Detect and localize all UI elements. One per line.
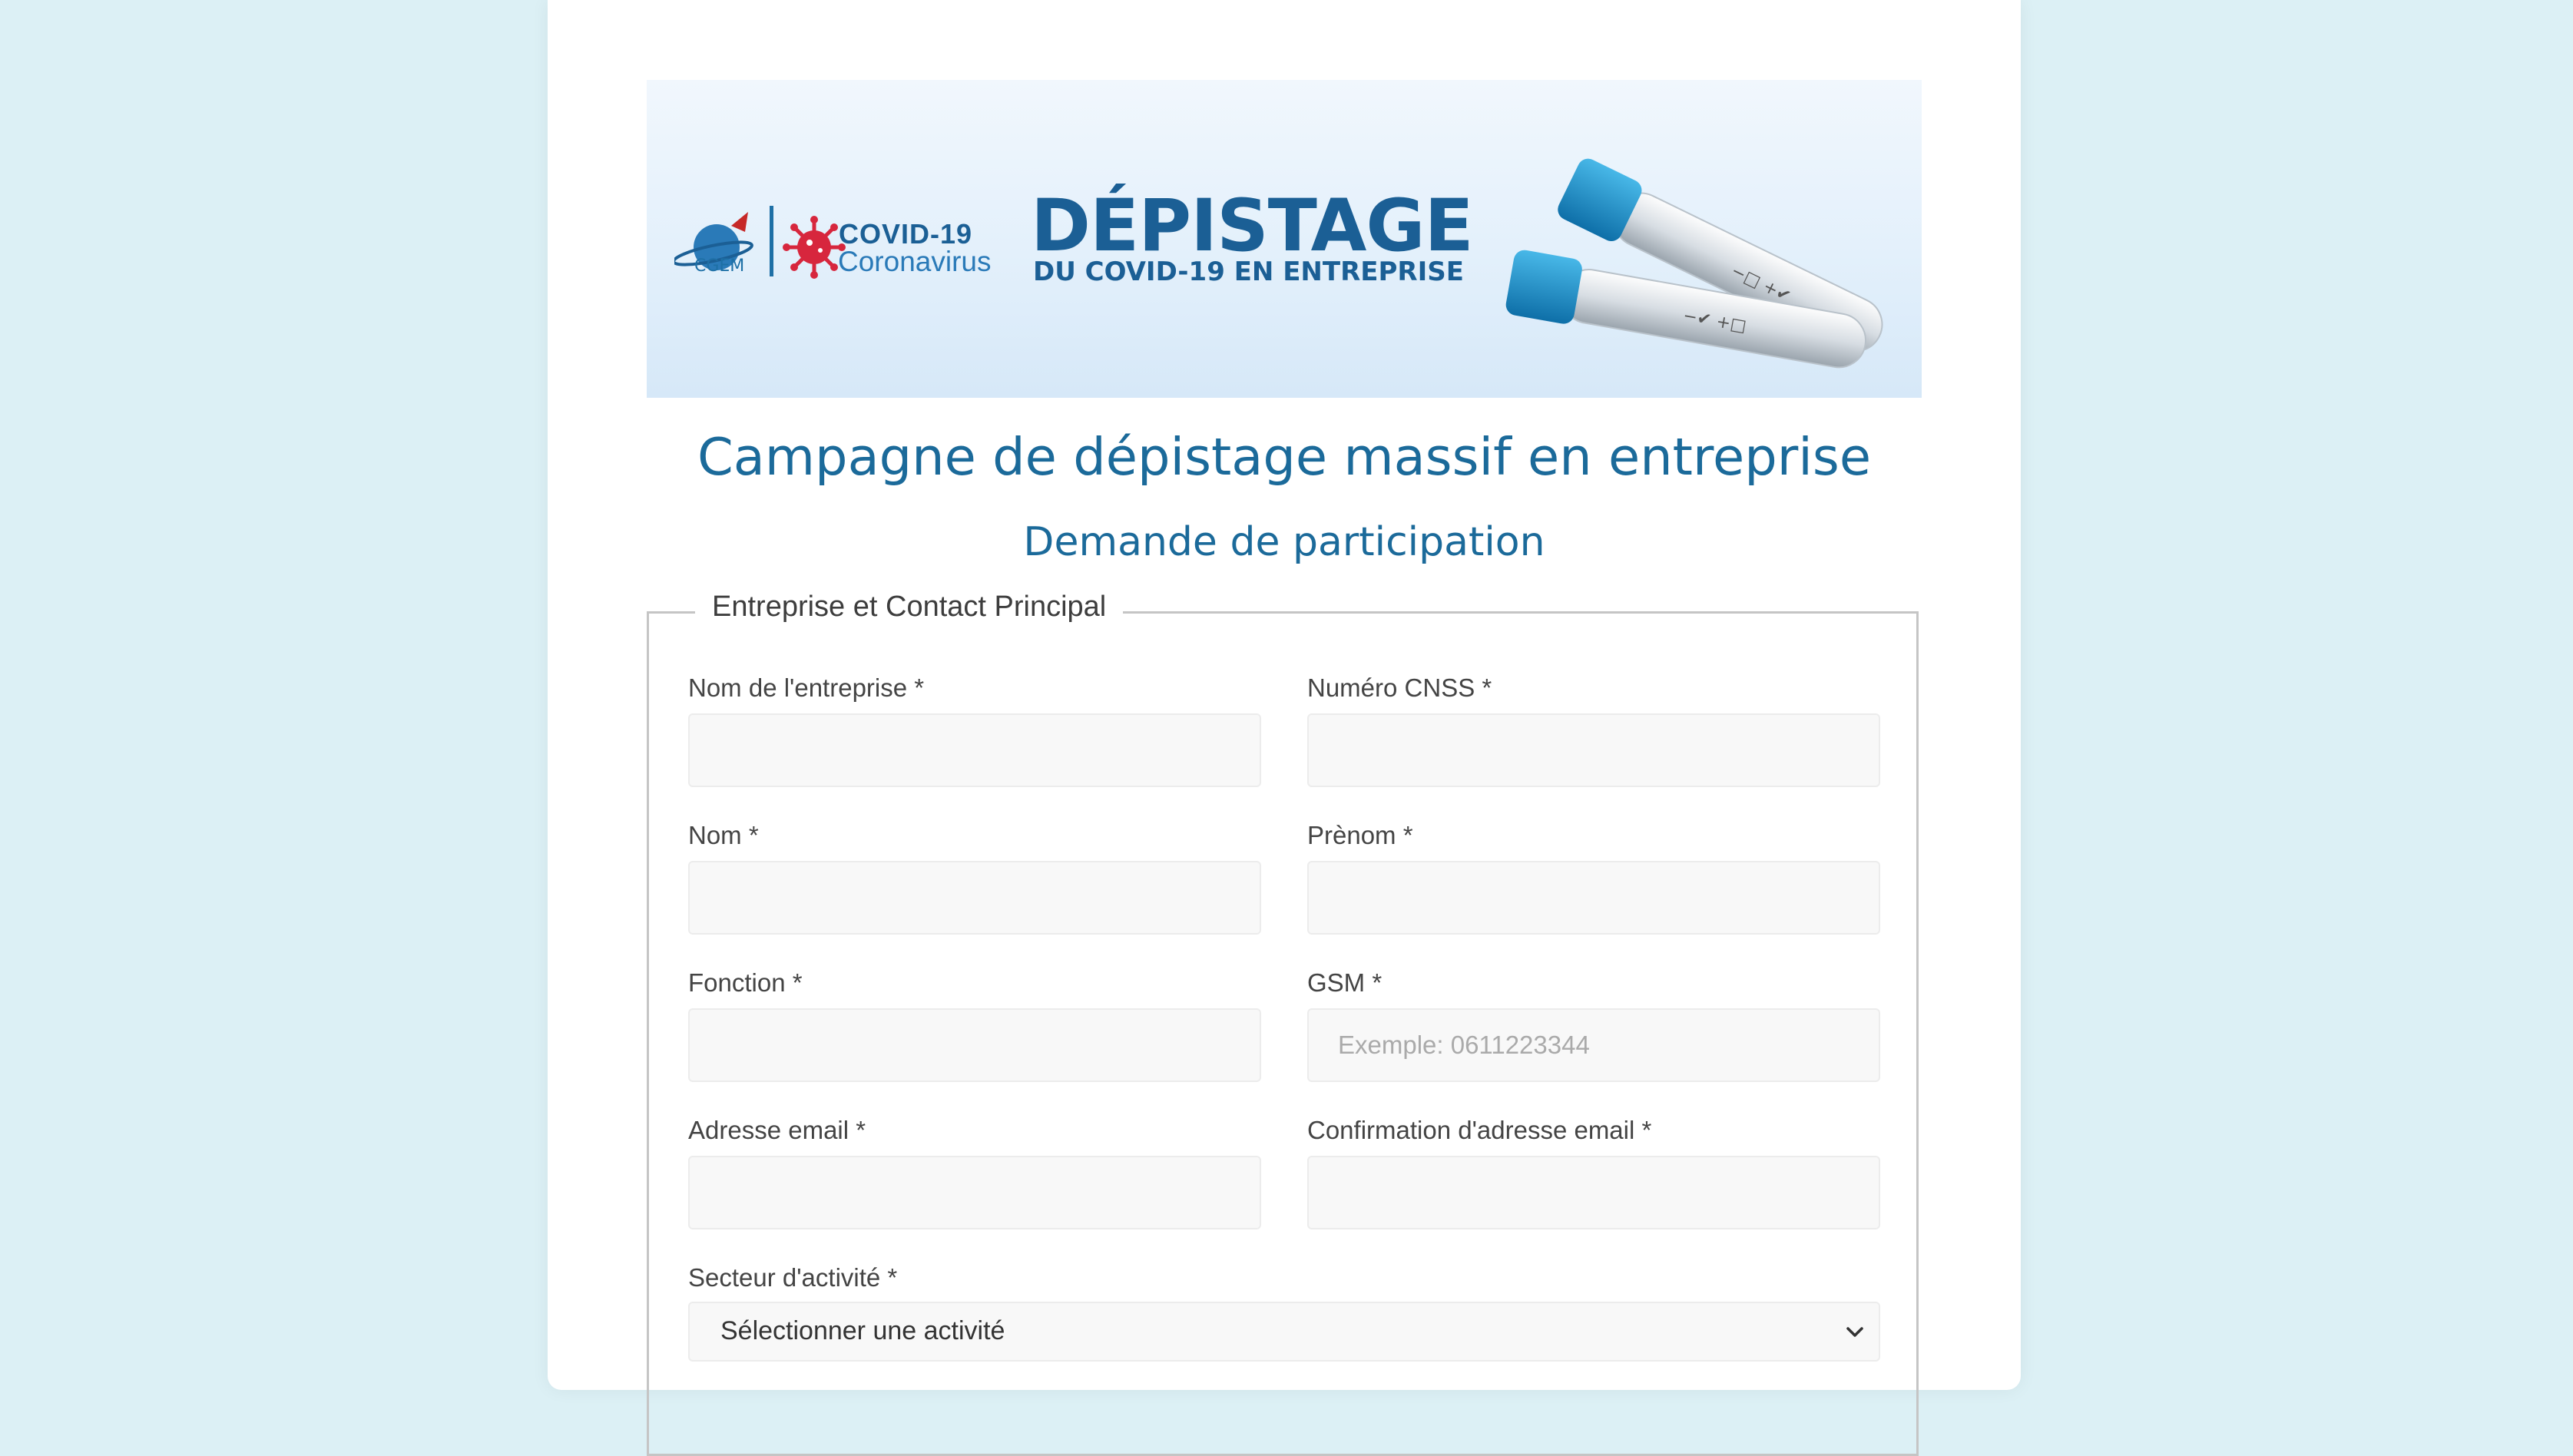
form-card: CGEM COVID-19 Coronavirus DÉPISTAGE DU C… [548, 0, 2021, 1456]
sector-label: Secteur d'activité * [688, 1263, 898, 1292]
company-name-input[interactable] [688, 713, 1261, 787]
cnss-input[interactable] [1307, 713, 1880, 787]
last-name-input[interactable] [688, 861, 1261, 935]
virus-icon [783, 216, 846, 279]
cnss-label: Numéro CNSS * [1307, 673, 1492, 702]
sector-selected-value: Sélectionner une activité [720, 1316, 1005, 1345]
email-input[interactable] [688, 1156, 1261, 1229]
banner-title: DÉPISTAGE [1031, 184, 1474, 268]
first-name-input[interactable] [1307, 861, 1880, 935]
email-label: Adresse email * [688, 1116, 866, 1144]
covid-subtitle: Coronavirus [838, 246, 992, 277]
banner-subtitle: DU COVID-19 EN ENTREPRISE [1033, 256, 1464, 287]
gsm-label: GSM * [1307, 968, 1383, 997]
header-banner: CGEM COVID-19 Coronavirus DÉPISTAGE DU C… [647, 80, 1922, 398]
function-input[interactable] [688, 1008, 1261, 1082]
cgem-label: CGEM [694, 256, 745, 276]
page-title: Campagne de dépistage massif en entrepri… [697, 427, 1872, 487]
test-tubes-illustration: −□ +✔ −✔ +□ [1505, 158, 1883, 369]
chevron-down-icon [1846, 1327, 1863, 1337]
fieldset-legend: Entreprise et Contact Principal [695, 591, 1124, 624]
first-name-label: Prènom * [1307, 821, 1413, 849]
gsm-input[interactable] [1307, 1008, 1880, 1082]
company-contact-fieldset: Entreprise et Contact Principal Nom de l… [647, 591, 1919, 1456]
logo-divider [770, 206, 773, 276]
email-confirm-label: Confirmation d'adresse email * [1307, 1116, 1652, 1144]
last-name-label: Nom * [688, 821, 759, 849]
sector-select[interactable]: Sélectionner une activité [688, 1302, 1880, 1362]
page-subtitle: Demande de participation [1023, 519, 1545, 565]
function-label: Fonction * [688, 968, 803, 997]
company-name-label: Nom de l'entreprise * [688, 673, 925, 702]
email-confirm-input[interactable] [1307, 1156, 1880, 1229]
